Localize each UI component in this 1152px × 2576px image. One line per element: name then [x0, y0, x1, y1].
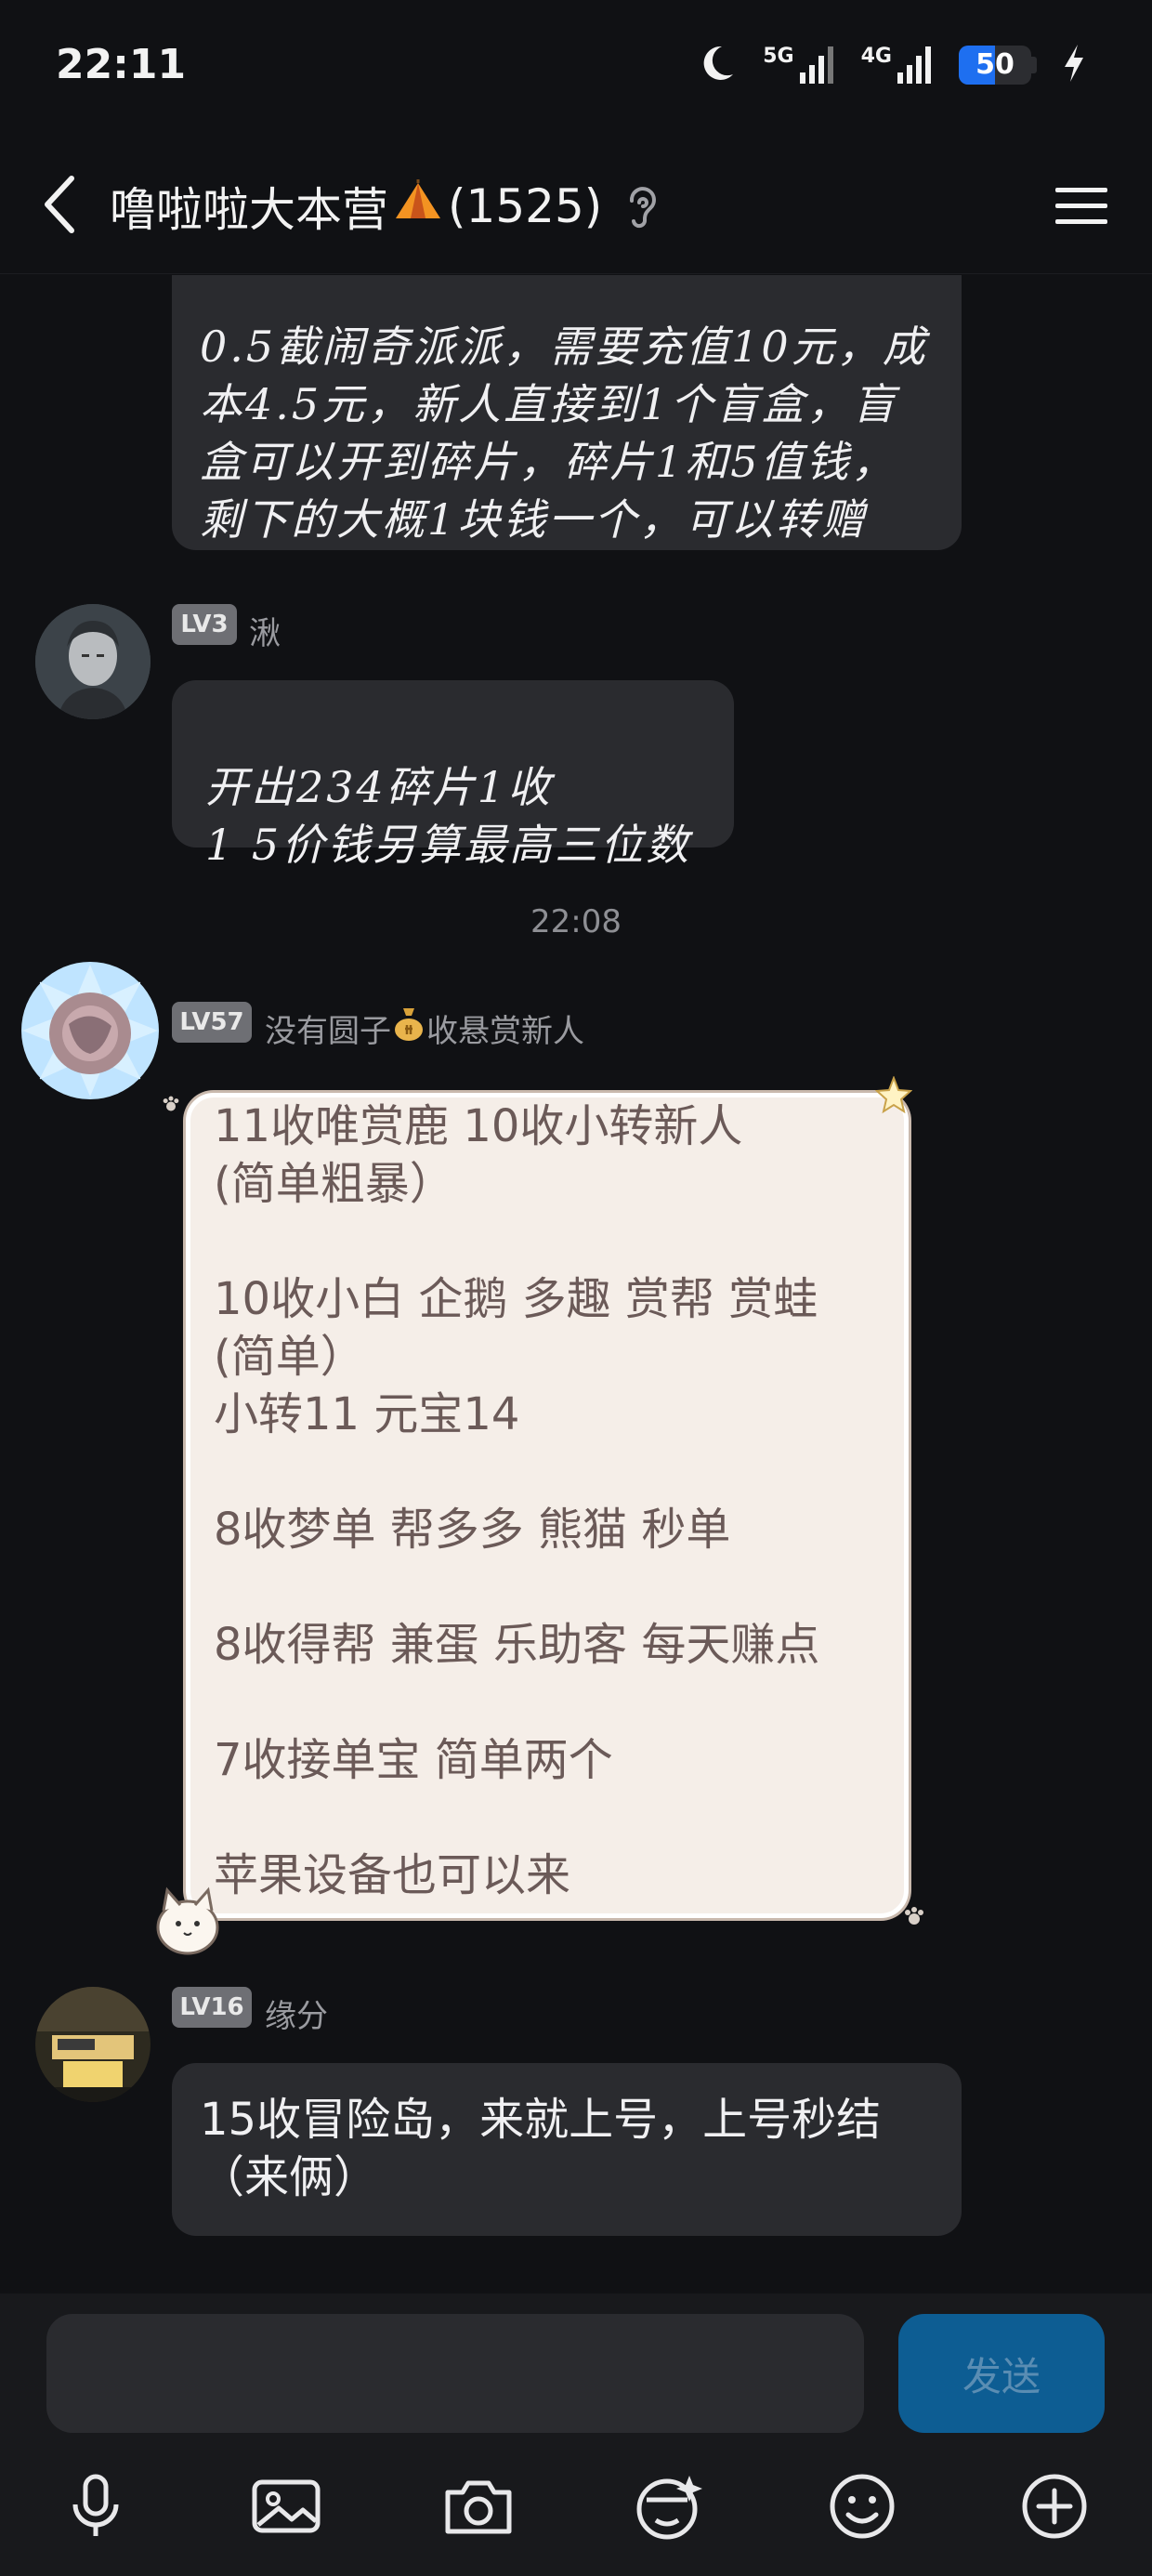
level-badge: LV3	[172, 604, 237, 645]
add-icon	[1022, 2474, 1087, 2539]
ear-button[interactable]	[613, 177, 669, 236]
image-icon	[252, 2479, 321, 2533]
charging-icon	[1061, 43, 1087, 87]
camera-button[interactable]	[437, 2464, 520, 2548]
microphone-button[interactable]	[54, 2464, 137, 2548]
group-name: 噜啦啦大本营	[110, 183, 388, 237]
signal-5g-icon: 5G	[763, 45, 836, 85]
paw-icon	[162, 1095, 180, 1117]
send-button[interactable]: 发送	[898, 2314, 1105, 2433]
message-text: 开出234碎片1收 1 5价钱另算最高三位数	[205, 762, 692, 870]
network-5g-label: 5G	[763, 45, 794, 68]
add-button[interactable]	[1013, 2464, 1096, 2548]
message-text: 0.5截闹奇派派，需要充值10元，成本4.5元，新人直接到1个盲盒，盲盒可以开到…	[200, 322, 928, 545]
microphone-icon	[72, 2474, 119, 2536]
sender-name-suffix: 收悬赏新人	[426, 1013, 584, 1050]
member-count: (1525)	[448, 179, 603, 233]
tent-emoji	[392, 179, 444, 233]
ear-icon	[629, 187, 656, 229]
back-icon	[45, 176, 74, 233]
chat-screen: 22:11 5G 4G 50 噜啦啦大本营 (1525) 0.5截闹奇派派，需要…	[0, 0, 1152, 2576]
input-area: 发送	[0, 2293, 1152, 2438]
sender-name[interactable]: 湫	[249, 608, 281, 653]
emoji-icon	[830, 2474, 895, 2539]
message-bubble[interactable]: 开出234碎片1收 1 5价钱另算最高三位数	[172, 680, 734, 870]
battery-indicator: 50	[959, 46, 1037, 85]
card-bubble[interactable]: 11收唯赏鹿 10收小转新人 (简单粗暴） 10收小白 企鹅 多趣 赏帮 赏蛙 …	[186, 1093, 909, 1918]
star-sticker-icon	[874, 1075, 913, 1117]
level-badge: LV16	[172, 1987, 252, 2028]
sticker-button[interactable]	[627, 2464, 711, 2548]
moon-icon	[694, 41, 739, 89]
battery-body: 50	[959, 46, 1031, 85]
message-input[interactable]	[46, 2314, 864, 2433]
paw-icon	[903, 1905, 925, 1931]
battery-level: 50	[975, 48, 1015, 81]
level-badge: LV57	[172, 1002, 252, 1043]
input-toolbar	[0, 2438, 1152, 2576]
avatar[interactable]	[20, 961, 160, 1100]
chat-title[interactable]: 噜啦啦大本营 (1525)	[110, 173, 602, 240]
battery-cap	[1031, 57, 1037, 73]
timestamp: 22:08	[530, 903, 622, 940]
network-4g-label: 4G	[860, 45, 892, 68]
sender-name[interactable]: 没有圆子 收悬赏新人	[265, 1005, 584, 1051]
sticker-icon	[636, 2476, 702, 2540]
message-text: 15收冒险岛，来就上号，上号秒结（来俩）	[200, 2094, 882, 2203]
sender-name[interactable]: 缘分	[265, 1991, 328, 2036]
sender-name-prefix: 没有圆子	[265, 1013, 391, 1050]
card-text: 11收唯赏鹿 10收小转新人 (简单粗暴） 10收小白 企鹅 多趣 赏帮 赏蛙 …	[214, 1100, 820, 1901]
status-icons: 5G 4G 50	[694, 37, 1087, 93]
message-list[interactable]: 0.5截闹奇派派，需要充值10元，成本4.5元，新人直接到1个盲盒，盲盒可以开到…	[0, 275, 1152, 2292]
message-bubble[interactable]: 15收冒险岛，来就上号，上号秒结（来俩）	[172, 2063, 962, 2236]
status-time: 22:11	[56, 41, 187, 88]
image-button[interactable]	[244, 2464, 328, 2548]
menu-button[interactable]	[1048, 173, 1115, 240]
status-bar: 22:11 5G 4G 50	[0, 0, 1152, 139]
emoji-button[interactable]	[820, 2464, 904, 2548]
cat-sticker-icon	[151, 1885, 225, 1959]
chat-header: 噜啦啦大本营 (1525)	[0, 139, 1152, 274]
message-bubble[interactable]: 0.5截闹奇派派，需要充值10元，成本4.5元，新人直接到1个盲盒，盲盒可以开到…	[172, 275, 962, 550]
avatar[interactable]	[35, 1987, 151, 2102]
signal-4g-icon: 4G	[861, 45, 935, 85]
money-bag-emoji	[393, 1006, 425, 1050]
menu-icon	[1055, 188, 1107, 224]
back-button[interactable]	[28, 167, 93, 242]
avatar[interactable]	[35, 604, 151, 719]
camera-icon	[445, 2480, 512, 2534]
